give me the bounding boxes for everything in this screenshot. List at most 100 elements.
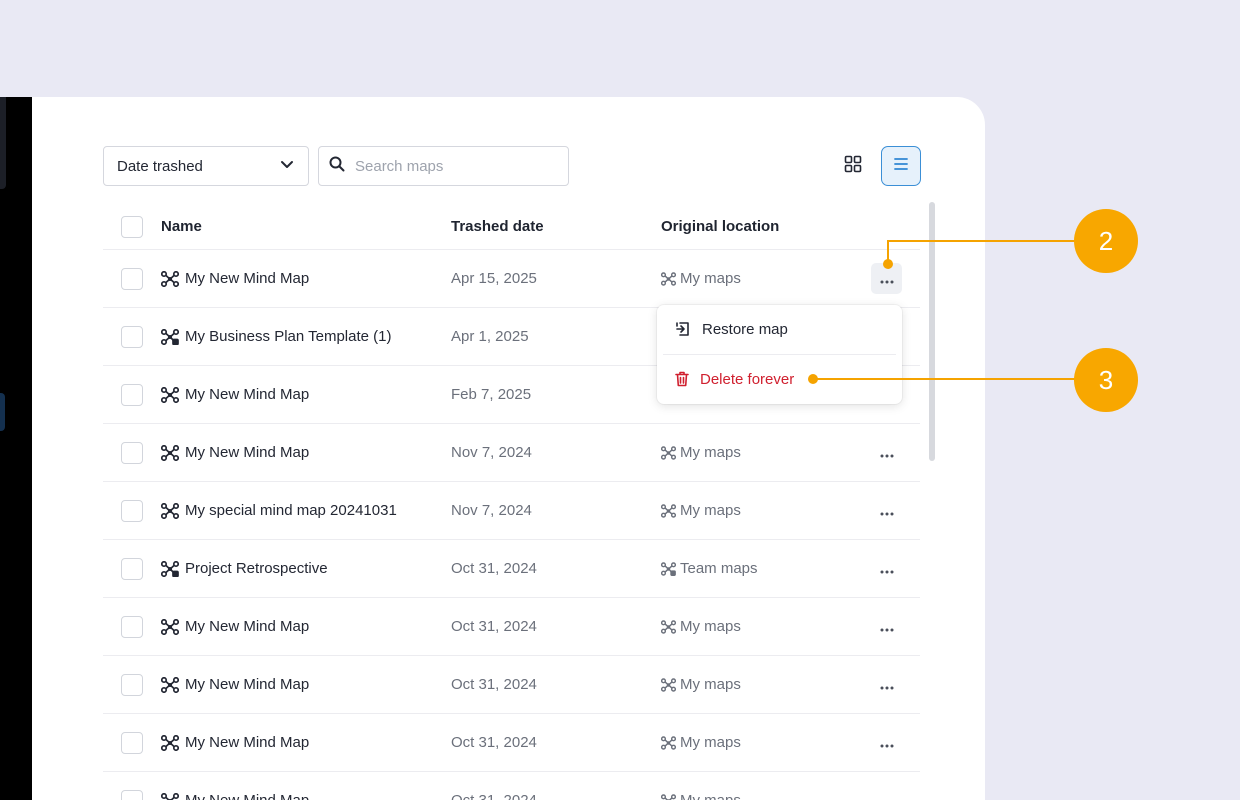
table-row[interactable]: My New Mind Map Oct 31, 2024 My maps [103, 656, 920, 714]
row-context-menu: Restore map Delete forever [657, 305, 902, 404]
table-row[interactable]: My New Mind Map Oct 31, 2024 My maps [103, 714, 920, 772]
table-row[interactable]: Project Retrospective Oct 31, 2024 Team ma… [103, 540, 920, 598]
restore-map-menu-item[interactable]: Restore map [657, 305, 902, 353]
map-name-text: My New Mind Map [185, 444, 310, 461]
search-field[interactable] [318, 146, 569, 186]
map-name[interactable]: My New Mind Map [161, 676, 309, 693]
more-options-button[interactable] [871, 727, 902, 758]
list-view-button[interactable] [881, 146, 921, 186]
map-name[interactable]: My New Mind Map [161, 386, 309, 403]
original-location-text: My maps [680, 676, 741, 693]
original-location: My maps [661, 618, 741, 635]
map-name[interactable]: My New Mind Map [161, 618, 309, 635]
restore-icon [675, 321, 691, 337]
more-horizontal-icon [880, 561, 894, 577]
original-location: My maps [661, 502, 741, 519]
trashed-date: Apr 15, 2025 [451, 270, 537, 287]
mind-map-icon [161, 502, 179, 519]
trashed-date: Oct 31, 2024 [451, 676, 537, 693]
row-checkbox[interactable] [121, 673, 143, 696]
team-map-icon [161, 560, 179, 577]
more-horizontal-icon [880, 677, 894, 693]
column-header-original-location[interactable]: Original location [661, 218, 779, 235]
more-options-button[interactable] [871, 785, 902, 800]
map-name[interactable]: My New Mind Map [161, 444, 309, 461]
original-location-text: My maps [680, 618, 741, 635]
restore-map-label: Restore map [702, 320, 788, 338]
mind-map-icon [161, 386, 179, 403]
more-options-button[interactable] [871, 495, 902, 526]
more-options-button[interactable] [871, 611, 902, 642]
callout-3-connector [813, 378, 1077, 380]
table-row[interactable]: My special mind map 20241031 Nov 7, 2024 M… [103, 482, 920, 540]
mind-map-icon [161, 734, 179, 751]
mind-map-icon [661, 445, 676, 460]
original-location-text: My maps [680, 270, 741, 287]
row-checkbox[interactable] [121, 267, 143, 290]
toolbar: Date trashed [103, 146, 921, 186]
original-location-text: My maps [680, 502, 741, 519]
trashed-date: Feb 7, 2025 [451, 386, 532, 403]
team-map-icon [161, 328, 179, 345]
original-location-text: My maps [680, 734, 741, 751]
table-row[interactable]: My New Mind Map Apr 15, 2025 My maps [103, 250, 920, 308]
row-checkbox[interactable] [121, 557, 143, 580]
row-checkbox[interactable] [121, 383, 143, 406]
map-name-text: My Business Plan Template (1) [185, 328, 392, 345]
map-name-text: My New Mind Map [185, 792, 309, 800]
trashed-date: Oct 31, 2024 [451, 792, 537, 800]
more-options-button[interactable] [871, 553, 902, 584]
more-horizontal-icon [880, 445, 894, 461]
map-name-text: My New Mind Map [185, 676, 310, 693]
callout-2-connector [887, 240, 1077, 242]
map-name[interactable]: My New Mind Map [161, 734, 309, 751]
grid-icon [844, 155, 862, 178]
mind-map-icon [661, 619, 676, 634]
original-location-text: My maps [680, 444, 741, 461]
more-options-button[interactable] [871, 437, 902, 468]
select-all-checkbox[interactable] [121, 215, 143, 238]
search-input[interactable] [355, 157, 555, 175]
column-header-name[interactable]: Name [161, 218, 202, 235]
map-name-text: My New Mind Map [185, 270, 310, 287]
row-checkbox[interactable] [121, 615, 143, 638]
column-header-trashed-date[interactable]: Trashed date [451, 218, 544, 235]
row-checkbox[interactable] [121, 731, 143, 754]
sort-dropdown-value: Date trashed [117, 157, 203, 175]
map-name[interactable]: My New Mind Map [161, 792, 309, 800]
mind-map-icon [661, 735, 676, 750]
mind-map-icon [661, 503, 676, 518]
table-row[interactable]: My New Mind Map Oct 31, 2024 My maps [103, 598, 920, 656]
more-options-button[interactable] [871, 669, 902, 700]
table-row[interactable]: My New Mind Map Oct 31, 2024 My maps [103, 772, 920, 800]
trashed-date: Oct 31, 2024 [451, 560, 537, 577]
map-name-text: Project Retrospective [185, 560, 328, 577]
trash-icon [675, 371, 689, 387]
original-location-text: Team maps [680, 560, 758, 577]
map-name-text: My special mind map 20241031 [185, 502, 397, 519]
sidebar-item[interactable] [0, 97, 6, 189]
map-name[interactable]: My New Mind Map [161, 270, 309, 287]
row-checkbox[interactable] [121, 325, 143, 348]
trash-panel: Date trashed Name Trashed date [32, 97, 985, 800]
mind-map-icon [161, 792, 179, 800]
delete-forever-label: Delete forever [700, 370, 795, 388]
grid-view-button[interactable] [841, 154, 865, 178]
map-name[interactable]: My special mind map 20241031 [161, 502, 397, 519]
original-location: My maps [661, 792, 741, 800]
row-checkbox[interactable] [121, 789, 143, 800]
map-name[interactable]: Project Retrospective [161, 560, 328, 577]
map-name[interactable]: My Business Plan Template (1) [161, 328, 391, 345]
trashed-date: Nov 7, 2024 [451, 502, 532, 519]
callout-2-connector [887, 240, 889, 262]
trashed-date: Nov 7, 2024 [451, 444, 532, 461]
mind-map-icon [661, 271, 676, 286]
callout-badge-2: 2 [1074, 209, 1138, 273]
row-checkbox[interactable] [121, 441, 143, 464]
more-horizontal-icon [880, 503, 894, 519]
original-location: My maps [661, 676, 741, 693]
sort-dropdown[interactable]: Date trashed [103, 146, 309, 186]
sidebar-active-item[interactable] [0, 393, 5, 431]
row-checkbox[interactable] [121, 499, 143, 522]
table-row[interactable]: My New Mind Map Nov 7, 2024 My maps [103, 424, 920, 482]
